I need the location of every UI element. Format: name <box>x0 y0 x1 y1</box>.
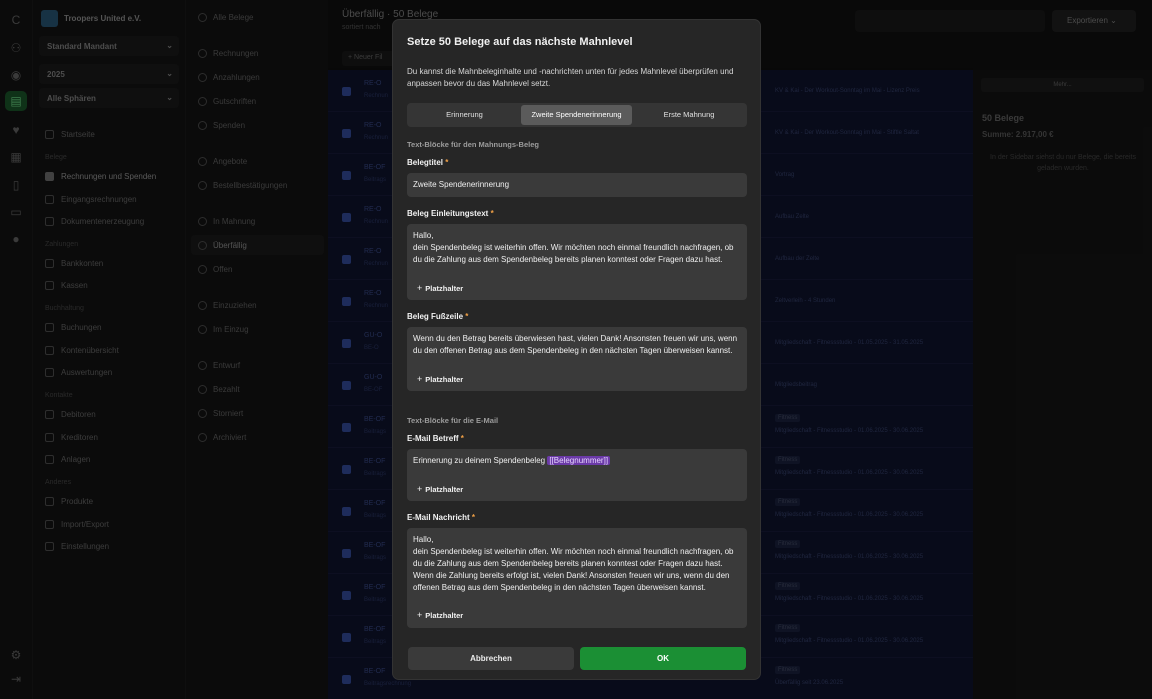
fusszeile-value: Wenn du den Betrag bereits überwiesen ha… <box>413 334 738 355</box>
cancel-button[interactable]: Abbrechen <box>408 647 574 670</box>
placeholder-label: Platzhalter <box>425 375 464 384</box>
belegtitel-label: Belegtitel * <box>407 158 448 167</box>
plus-icon: + <box>417 283 423 293</box>
field-label-text: Beleg Fußzeile <box>407 312 464 321</box>
tab-erinnerung[interactable]: Erinnerung <box>409 105 520 125</box>
belegnummer-token[interactable]: [[Belegnummer]] <box>547 456 611 465</box>
dialog-description: Du kannst die Mahnbeleginhalte und -nach… <box>407 67 734 88</box>
fusszeile-field[interactable]: Wenn du den Betrag bereits überwiesen ha… <box>407 327 747 391</box>
required-mark: * <box>490 209 494 218</box>
betreff-field[interactable]: Erinnerung zu deinem Spendenbeleg [[Bele… <box>407 449 747 501</box>
placeholder-button[interactable]: + Platzhalter <box>417 374 463 384</box>
placeholder-label: Platzhalter <box>425 611 464 620</box>
belegtitel-field[interactable]: Zweite Spendenerinnerung <box>407 173 747 197</box>
nachricht-label: E-Mail Nachricht * <box>407 513 475 522</box>
required-mark: * <box>465 312 469 321</box>
einleitung-label: Beleg Einleitungstext * <box>407 209 494 218</box>
app-root: C ⚇ ◉ ▤ ♥ ▦ ▯ ▭ ● ⚙ ⇥ Troopers United e.… <box>0 0 1152 699</box>
section-heading-email: Text-Blöcke für die E-Mail <box>407 416 499 425</box>
placeholder-button[interactable]: + Platzhalter <box>417 484 463 494</box>
plus-icon: + <box>417 610 423 620</box>
tab-erste-mahnung[interactable]: Erste Mahnung <box>633 105 745 125</box>
field-label-text: Beleg Einleitungstext <box>407 209 489 218</box>
tab-zweite-spendenerinnerung[interactable]: Zweite Spendenerinnerung <box>521 105 632 125</box>
einleitung-value: Hallo, dein Spendenbeleg ist weiterhin o… <box>413 231 734 264</box>
placeholder-button[interactable]: + Platzhalter <box>417 610 463 620</box>
nachricht-field[interactable]: Hallo, dein Spendenbeleg ist weiterhin o… <box>407 528 747 628</box>
betreff-value: Erinnerung zu deinem Spendenbeleg <box>413 456 546 465</box>
nachricht-value: Hallo, dein Spendenbeleg ist weiterhin o… <box>413 535 734 592</box>
field-label-text: Belegtitel <box>407 158 444 167</box>
belegtitel-value: Zweite Spendenerinnerung <box>413 180 510 189</box>
einleitung-field[interactable]: Hallo, dein Spendenbeleg ist weiterhin o… <box>407 224 747 300</box>
plus-icon: + <box>417 374 423 384</box>
required-mark: * <box>460 434 464 443</box>
required-mark: * <box>471 513 476 522</box>
ok-button[interactable]: OK <box>580 647 746 670</box>
plus-icon: + <box>417 484 423 494</box>
fusszeile-label: Beleg Fußzeile * <box>407 312 468 321</box>
dialog-title: Setze 50 Belege auf das nächste Mahnleve… <box>407 36 633 48</box>
placeholder-label: Platzhalter <box>425 485 464 494</box>
placeholder-button[interactable]: + Platzhalter <box>417 283 463 293</box>
mahnlevel-dialog: Setze 50 Belege auf das nächste Mahnleve… <box>392 19 761 680</box>
section-heading-beleg: Text-Blöcke für den Mahnungs-Beleg <box>407 140 539 149</box>
placeholder-label: Platzhalter <box>425 284 464 293</box>
required-mark: * <box>445 158 449 167</box>
betreff-text: Erinnerung zu deinem Spendenbeleg [[Bele… <box>413 455 741 467</box>
mahnlevel-tabs: Erinnerung Zweite Spendenerinnerung Erst… <box>407 103 747 127</box>
betreff-label: E-Mail Betreff * <box>407 434 464 443</box>
field-label-text: E-Mail Nachricht <box>407 513 470 522</box>
field-label-text: E-Mail Betreff <box>407 434 459 443</box>
